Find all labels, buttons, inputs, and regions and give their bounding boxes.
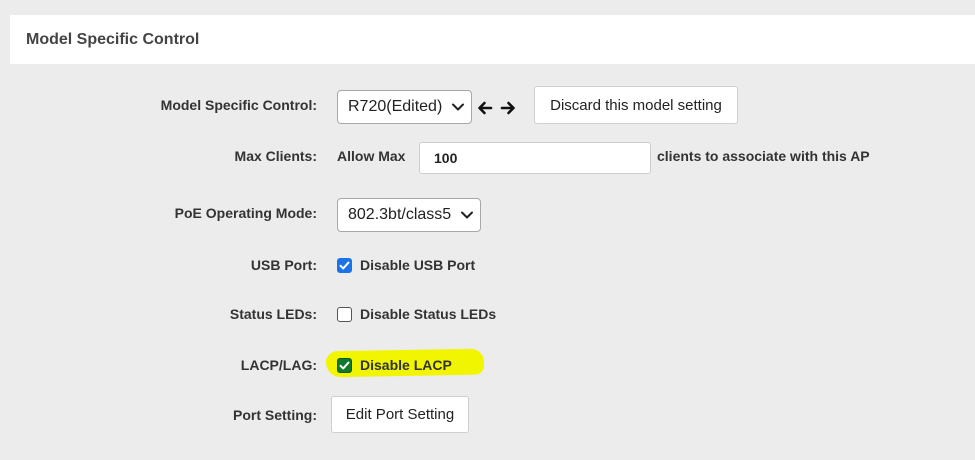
allow-max-text: Allow Max	[337, 148, 406, 164]
poe-mode-label: PoE Operating Mode:	[174, 205, 317, 221]
arrow-left-icon[interactable]	[477, 100, 493, 116]
max-clients-suffix: clients to associate with this AP	[657, 148, 870, 164]
panel-header: Model Specific Control	[10, 15, 975, 64]
max-clients-input[interactable]: 100	[419, 142, 651, 174]
lacp-lag-label: LACP/LAG:	[240, 357, 317, 373]
disable-usb-checkbox[interactable]	[337, 258, 352, 273]
arrow-right-icon[interactable]	[500, 100, 516, 116]
model-select[interactable]: R720(Edited)	[337, 90, 472, 124]
panel-title: Model Specific Control	[26, 31, 200, 48]
usb-port-label: USB Port:	[250, 257, 317, 273]
chevron-down-icon	[452, 103, 464, 111]
edit-port-setting-button[interactable]: Edit Port Setting	[331, 396, 469, 433]
checkmark-icon	[339, 261, 350, 270]
max-clients-label: Max Clients:	[234, 148, 317, 164]
poe-mode-value: 802.3bt/class5	[348, 206, 452, 223]
discard-model-setting-button[interactable]: Discard this model setting	[534, 86, 738, 124]
poe-mode-select[interactable]: 802.3bt/class5	[337, 198, 481, 232]
port-setting-label: Port Setting:	[233, 407, 317, 423]
disable-lacp-label: Disable LACP	[360, 357, 452, 373]
disable-lacp-checkbox[interactable]	[337, 358, 352, 373]
disable-status-leds-checkbox[interactable]	[337, 307, 352, 322]
model-select-value: R720(Edited)	[348, 98, 443, 115]
disable-status-leds-label: Disable Status LEDs	[360, 306, 497, 322]
disable-usb-label: Disable USB Port	[360, 257, 476, 273]
status-leds-label: Status LEDs:	[229, 306, 317, 322]
checkmark-icon	[339, 361, 350, 370]
model-control-label: Model Specific Control:	[160, 97, 317, 113]
chevron-down-icon	[461, 211, 473, 219]
